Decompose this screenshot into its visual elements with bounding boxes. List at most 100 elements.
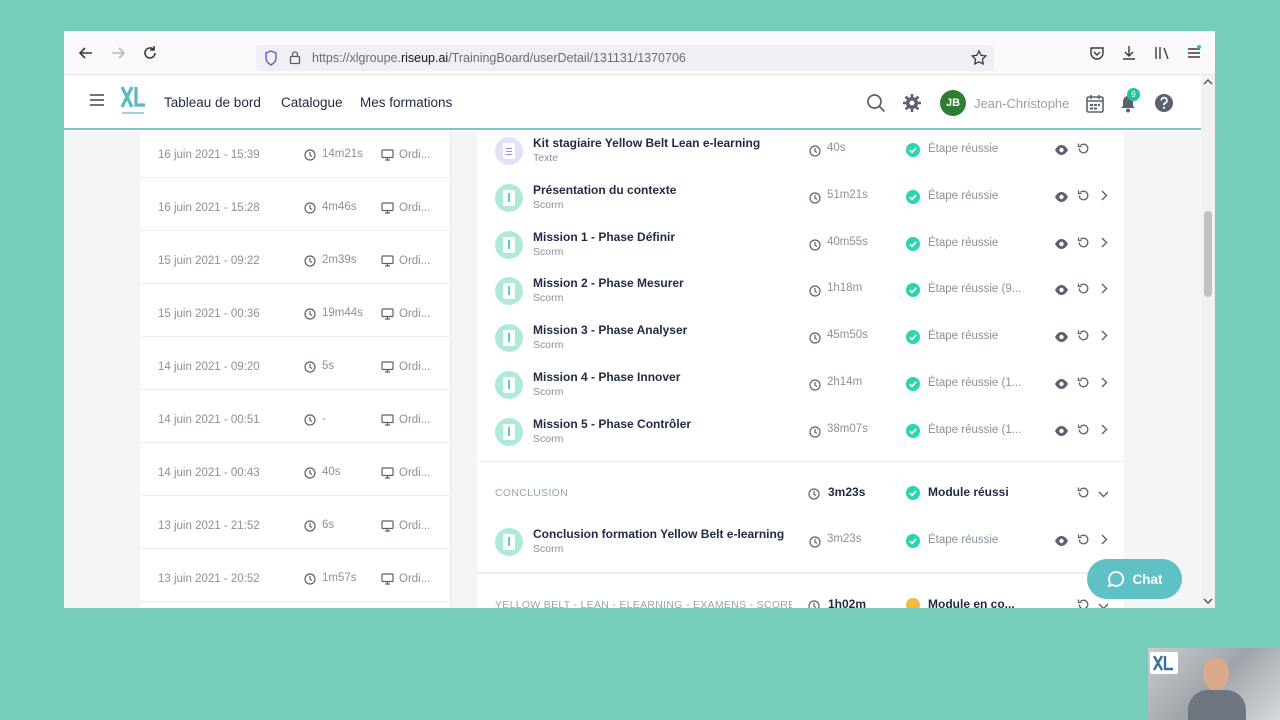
chevron-right-icon[interactable] xyxy=(1099,189,1109,202)
module-row[interactable]: Mission 2 - Phase Mesurer Scorm 1h18m Ét… xyxy=(477,273,1124,320)
module-title[interactable]: Mission 4 - Phase Innover xyxy=(533,370,680,384)
reset-icon[interactable] xyxy=(1077,189,1090,202)
reset-icon[interactable] xyxy=(1077,533,1090,546)
reset-icon[interactable] xyxy=(1077,236,1090,249)
view-eye-icon[interactable] xyxy=(1054,238,1069,250)
nav-dashboard-link[interactable]: Tableau de bord xyxy=(164,95,261,110)
module-title[interactable]: Mission 2 - Phase Mesurer xyxy=(533,276,684,290)
chevron-down-icon[interactable] xyxy=(1097,489,1110,499)
scrollbar-thumb[interactable] xyxy=(1204,211,1212,297)
clock-icon xyxy=(304,149,316,161)
session-duration: 14m21s xyxy=(322,148,363,160)
session-duration: 1m57s xyxy=(322,572,357,584)
session-date: 13 juin 2021 - 20:52 xyxy=(158,573,260,585)
chevron-right-icon[interactable] xyxy=(1099,533,1109,546)
text-document-icon xyxy=(495,137,523,165)
section-header-conclusion[interactable]: CONCLUSION 3m23s Module réussi xyxy=(477,461,1124,517)
url-text[interactable]: https://xlgroupe.riseup.ai/TrainingBoard… xyxy=(312,51,686,65)
reset-icon[interactable] xyxy=(1077,142,1090,155)
section-header-exams[interactable]: YELLOW BELT - LEAN - ELEARNING - EXAMENS… xyxy=(477,573,1124,608)
help-icon[interactable] xyxy=(1153,92,1175,114)
nav-my-trainings-link[interactable]: Mes formations xyxy=(360,95,452,110)
view-eye-icon[interactable] xyxy=(1054,191,1069,203)
chat-button[interactable]: Chat xyxy=(1087,559,1182,599)
reset-icon[interactable] xyxy=(1077,376,1090,389)
chevron-right-icon[interactable] xyxy=(1099,236,1109,249)
search-icon[interactable] xyxy=(865,92,887,114)
module-row[interactable]: Kit stagiaire Yellow Belt Lean e-learnin… xyxy=(477,133,1124,180)
view-eye-icon[interactable] xyxy=(1054,425,1069,437)
bookmark-star-icon[interactable] xyxy=(970,49,988,67)
reset-icon[interactable] xyxy=(1077,486,1090,499)
reset-icon[interactable] xyxy=(1077,598,1090,608)
session-row: 14 juin 2021 - 00:43 40s Ordi... xyxy=(140,443,451,496)
scorm-package-icon xyxy=(495,183,523,212)
session-device: Ordi... xyxy=(399,149,431,161)
scroll-up-icon[interactable] xyxy=(1201,77,1215,87)
session-duration: 4m46s xyxy=(322,201,357,213)
clock-icon xyxy=(304,255,316,267)
module-duration: 51m21s xyxy=(827,188,868,201)
success-check-icon xyxy=(906,236,920,251)
scroll-down-icon[interactable] xyxy=(1201,596,1215,606)
view-eye-icon[interactable] xyxy=(1054,378,1069,390)
chevron-right-icon[interactable] xyxy=(1099,376,1109,389)
reset-icon[interactable] xyxy=(1077,329,1090,342)
back-icon[interactable] xyxy=(76,43,96,63)
library-icon[interactable] xyxy=(1152,43,1172,63)
module-title[interactable]: Mission 3 - Phase Analyser xyxy=(533,323,687,337)
module-row[interactable]: Mission 5 - Phase Contrôler Scorm 38m07s… xyxy=(477,414,1124,461)
reset-icon[interactable] xyxy=(1077,282,1090,295)
page-scrollbar[interactable] xyxy=(1201,75,1215,608)
module-title[interactable]: Kit stagiaire Yellow Belt Lean e-learnin… xyxy=(533,136,760,150)
module-row[interactable]: Mission 4 - Phase Innover Scorm 2h14m Ét… xyxy=(477,367,1124,414)
view-eye-icon[interactable] xyxy=(1054,535,1069,547)
view-eye-icon[interactable] xyxy=(1054,284,1069,296)
module-type: Scorm xyxy=(533,245,564,258)
nav-catalogue-link[interactable]: Catalogue xyxy=(281,95,343,110)
clock-icon xyxy=(304,361,316,373)
module-row[interactable]: Conclusion formation Yellow Belt e-learn… xyxy=(477,524,1124,571)
chat-label: Chat xyxy=(1132,571,1163,587)
module-row[interactable]: Mission 1 - Phase Définir Scorm 40m55s É… xyxy=(477,227,1124,274)
reset-icon[interactable] xyxy=(1077,423,1090,436)
url-bar[interactable]: https://xlgroupe.riseup.ai/TrainingBoard… xyxy=(256,45,994,71)
chevron-right-icon[interactable] xyxy=(1099,282,1109,295)
reload-icon[interactable] xyxy=(140,43,160,63)
presenter-head xyxy=(1203,658,1229,690)
success-check-icon xyxy=(906,143,920,157)
session-row: 13 juin 2021 - 20:52 1m57s Ordi... xyxy=(140,549,451,602)
chevron-right-icon[interactable] xyxy=(1099,329,1109,342)
lock-icon[interactable] xyxy=(289,50,301,65)
calendar-icon[interactable] xyxy=(1084,92,1106,114)
scorm-package-icon xyxy=(495,324,523,353)
browser-toolbar: https://xlgroupe.riseup.ai/TrainingBoard… xyxy=(64,31,1215,75)
download-icon[interactable] xyxy=(1119,43,1139,63)
module-title[interactable]: Mission 5 - Phase Contrôler xyxy=(533,417,691,431)
module-status: Étape réussie xyxy=(928,330,999,343)
session-device: Ordi... xyxy=(399,414,431,426)
view-eye-icon[interactable] xyxy=(1054,144,1069,156)
module-row[interactable]: Présentation du contexte Scorm 51m21s Ét… xyxy=(477,180,1124,227)
settings-gear-icon[interactable] xyxy=(901,92,923,114)
session-date: 15 juin 2021 - 09:22 xyxy=(158,255,260,267)
shield-icon[interactable] xyxy=(264,50,278,66)
module-type: Scorm xyxy=(533,292,564,305)
forward-icon[interactable] xyxy=(108,43,128,63)
module-title[interactable]: Mission 1 - Phase Définir xyxy=(533,230,675,244)
module-title[interactable]: Présentation du contexte xyxy=(533,183,676,197)
view-eye-icon[interactable] xyxy=(1054,331,1069,343)
chevron-down-icon[interactable] xyxy=(1097,601,1110,608)
xl-logo[interactable] xyxy=(120,85,146,117)
user-avatar[interactable]: JB xyxy=(940,90,966,116)
hamburger-menu-icon[interactable] xyxy=(90,94,104,106)
module-title[interactable]: Conclusion formation Yellow Belt e-learn… xyxy=(533,527,784,541)
module-row[interactable]: Mission 3 - Phase Analyser Scorm 45m50s … xyxy=(477,320,1124,367)
user-name[interactable]: Jean-Christophe xyxy=(974,96,1069,111)
pocket-icon[interactable] xyxy=(1087,43,1107,63)
chevron-right-icon[interactable] xyxy=(1099,423,1109,436)
module-duration: 38m07s xyxy=(827,422,868,435)
section-duration: 3m23s xyxy=(828,485,866,499)
module-type: Scorm xyxy=(533,386,564,398)
browser-menu-icon[interactable] xyxy=(1184,43,1204,63)
